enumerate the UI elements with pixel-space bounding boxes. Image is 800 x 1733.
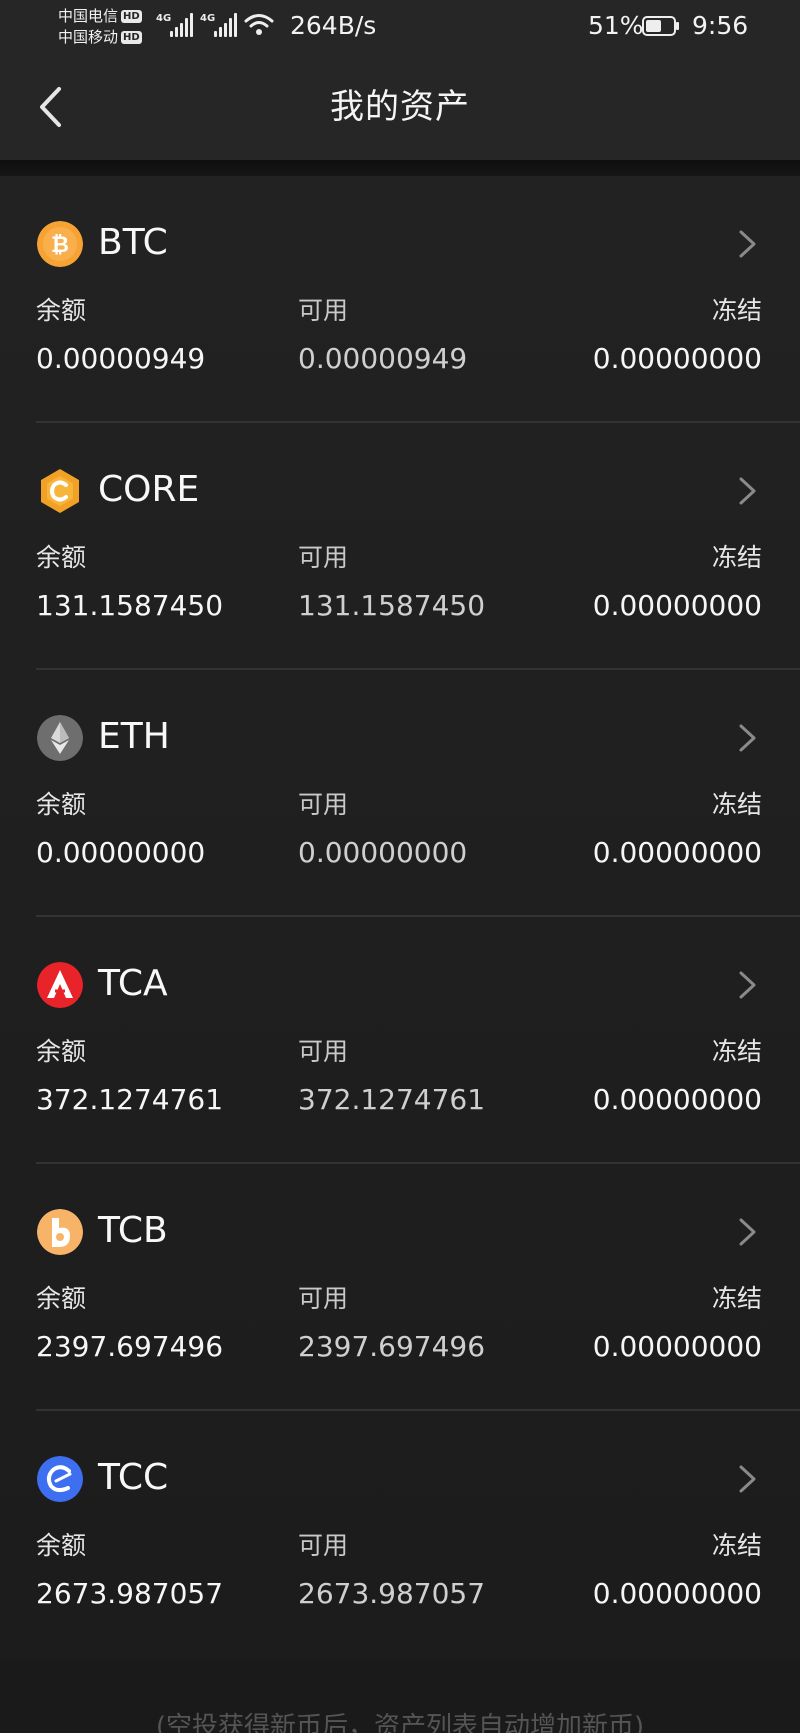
asset-name: TCC [98,1457,169,1498]
available-value: 2673.987057 [298,1577,486,1610]
tcb-coin-icon [37,1209,83,1255]
assets-page: 中国电信 HD 中国移动 HD 4G 4G 264B/s 51% 9:56 我的… [0,0,800,1733]
available-label: 可用 [298,543,349,572]
svg-text:₿: ₿ [51,233,69,258]
balance-label: 余额 [36,1531,87,1560]
available-label: 可用 [298,1531,349,1560]
chevron-right-icon [739,724,756,752]
available-value: 2397.697496 [298,1330,486,1363]
footer-note: (空投获得新币后，资产列表自动增加新币) [155,1712,645,1733]
balance-value: 0.00000949 [36,342,206,375]
asset-name: TCA [98,963,168,1004]
frozen-value: 0.00000000 [592,1577,762,1610]
page-title: 我的资产 [330,87,470,127]
chevron-right-icon [739,1218,756,1246]
carrier-2: 中国移动 [58,28,119,46]
chevron-right-icon [739,477,756,505]
wifi-icon [244,14,274,35]
balance-value: 372.1274761 [36,1083,224,1116]
signal-icon: 4G [200,13,238,37]
battery-percent: 51% [588,11,644,40]
asset-name: TCB [98,1210,168,1251]
available-label: 可用 [298,1284,349,1313]
battery-icon [642,16,679,36]
chevron-right-icon [739,971,756,999]
available-value: 0.00000949 [298,342,468,375]
frozen-label: 冻结 [711,296,762,325]
tcc-coin-icon [37,1456,83,1502]
balance-label: 余额 [36,543,87,572]
available-label: 可用 [298,1037,349,1066]
btc-coin-icon: ₿ [37,221,83,267]
asset-name: CORE [98,469,200,510]
available-label: 可用 [298,790,349,819]
frozen-value: 0.00000000 [592,1330,762,1363]
frozen-value: 0.00000000 [592,589,762,622]
available-value: 131.1587450 [298,589,486,622]
asset-card-core[interactable]: CORE 余额 可用 冻结 131.1587450 131.1587450 0.… [0,423,800,670]
balance-label: 余额 [36,790,87,819]
available-value: 0.00000000 [298,836,468,869]
chevron-right-icon [739,230,756,258]
asset-card-tca[interactable]: TCA 余额 可用 冻结 372.1274761 372.1274761 0.0… [0,917,800,1164]
balance-value: 0.00000000 [36,836,206,869]
balance-label: 余额 [36,296,87,325]
chevron-left-icon [40,87,61,127]
network-type: 4G [200,13,216,24]
balance-value: 2673.987057 [36,1577,224,1610]
tca-coin-icon [37,962,83,1008]
hd-badge: HD [121,31,142,44]
network-speed: 264B/s [290,11,377,40]
signal-icon: 4G [156,13,194,37]
header-divider [0,160,800,176]
carrier-info: 中国电信 HD 中国移动 HD [58,6,142,48]
eth-coin-icon [37,715,83,761]
asset-name: BTC [98,222,168,263]
balance-label: 余额 [36,1037,87,1066]
chevron-right-icon [739,1465,756,1493]
asset-card-btc[interactable]: ₿ BTC 余额 可用 冻结 0.00000949 0.00000949 0.0… [0,176,800,423]
asset-card-tcb[interactable]: TCB 余额 可用 冻结 2397.697496 2397.697496 0.0… [0,1164,800,1411]
core-coin-icon [41,469,79,513]
frozen-value: 0.00000000 [592,1083,762,1116]
asset-card-eth[interactable]: ETH 余额 可用 冻结 0.00000000 0.00000000 0.000… [0,670,800,917]
asset-name: ETH [98,716,170,757]
asset-card-tcc[interactable]: TCC 余额 可用 冻结 2673.987057 2673.987057 0.0… [0,1411,800,1658]
available-value: 372.1274761 [298,1083,486,1116]
frozen-label: 冻结 [711,1531,762,1560]
balance-label: 余额 [36,1284,87,1313]
frozen-label: 冻结 [711,543,762,572]
asset-list: ₿ BTC 余额 可用 冻结 0.00000949 0.00000949 0.0… [0,176,800,1660]
balance-value: 2397.697496 [36,1330,224,1363]
frozen-label: 冻结 [711,790,762,819]
frozen-value: 0.00000000 [592,342,762,375]
clock: 9:56 [692,11,749,40]
frozen-label: 冻结 [711,1037,762,1066]
frozen-label: 冻结 [711,1284,762,1313]
carrier-1: 中国电信 [58,7,119,25]
available-label: 可用 [298,296,349,325]
hd-badge: HD [121,10,142,23]
status-bar: 中国电信 HD 中国移动 HD 4G 4G 264B/s 51% 9:56 [0,0,800,52]
balance-value: 131.1587450 [36,589,224,622]
top-bar: 中国电信 HD 中国移动 HD 4G 4G 264B/s 51% 9:56 我的… [0,0,800,160]
footer: (空投获得新币后，资产列表自动增加新币) [0,1660,800,1733]
network-type: 4G [156,13,172,24]
back-button[interactable] [28,82,72,132]
frozen-value: 0.00000000 [592,836,762,869]
